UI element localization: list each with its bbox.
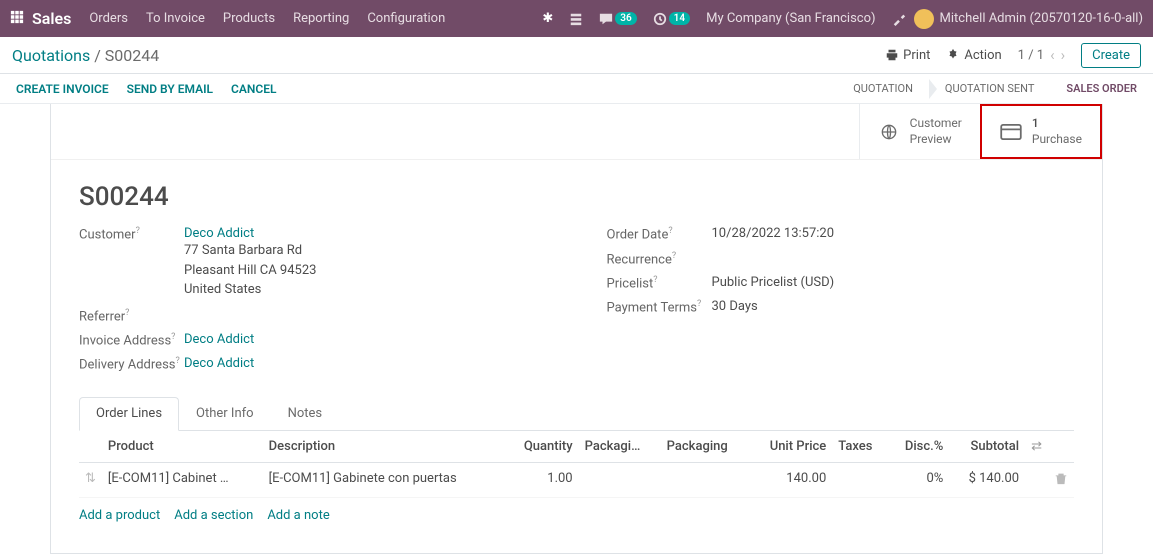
nav-to-invoice[interactable]: To Invoice [146,11,205,26]
col-packagi[interactable]: Packagi… [579,431,661,463]
customer-value[interactable]: Deco Addict [184,226,316,241]
order-date-value[interactable]: 10/28/2022 13:57:20 [712,226,835,241]
nav-reporting[interactable]: Reporting [293,11,349,26]
delivery-address-label: Delivery Address? [79,356,184,372]
tab-order-lines[interactable]: Order Lines [79,397,179,431]
customer-label: Customer? [79,226,184,242]
messages-icon[interactable]: 36 [599,12,636,26]
cell-product[interactable]: [E-COM11] Cabinet … [102,462,263,497]
tab-other-info[interactable]: Other Info [179,397,271,430]
action-menu[interactable]: Action [946,48,1001,63]
cell-unit-price[interactable]: 140.00 [749,462,832,497]
col-quantity[interactable]: Quantity [505,431,579,463]
activities-badge: 14 [669,12,690,25]
pager: 1 / 1 ‹ › [1018,46,1065,64]
company-selector[interactable]: My Company (San Francisco) [706,11,875,26]
record-title: S00244 [51,160,1102,222]
print-action[interactable]: Print [885,48,930,63]
messages-badge: 36 [615,12,636,25]
cell-taxes[interactable] [832,462,888,497]
pager-next[interactable]: › [1061,46,1066,64]
table-row[interactable]: ⇅ [E-COM11] Cabinet … [E-COM11] Gabinete… [79,462,1074,497]
user-name: Mitchell Admin (20570120-16-0-all) [940,11,1143,26]
step-quotation-sent[interactable]: Quotation Sent [929,74,1050,104]
column-options-icon[interactable]: ⇄ [1031,439,1042,454]
nav-products[interactable]: Products [223,11,275,26]
customer-address: 77 Santa Barbara Rd Pleasant Hill CA 945… [184,241,316,300]
cell-disc[interactable]: 0% [888,462,949,497]
tray-icon[interactable] [569,12,583,26]
col-disc[interactable]: Disc.% [888,431,949,463]
pager-prev[interactable]: ‹ [1050,46,1055,64]
customer-preview-button[interactable]: Customer Preview [859,104,980,159]
col-product[interactable]: Product [102,431,263,463]
breadcrumb-current: S00244 [105,46,159,65]
add-product-link[interactable]: Add a product [79,508,160,523]
cell-packaging[interactable] [661,462,750,497]
user-menu[interactable]: Mitchell Admin (20570120-16-0-all) [914,9,1143,29]
cell-packagi[interactable] [579,462,661,497]
app-brand[interactable]: Sales [32,9,71,28]
referrer-label: Referrer? [79,308,184,324]
breadcrumb: Quotations / S00244 [12,46,159,65]
delete-row-icon[interactable] [1048,462,1074,497]
step-quotation[interactable]: Quotation [837,74,929,104]
nav-orders[interactable]: Orders [89,11,128,26]
invoice-address-label: Invoice Address? [79,332,184,348]
avatar [914,9,934,29]
col-subtotal[interactable]: Subtotal [949,431,1025,463]
breadcrumb-root[interactable]: Quotations [12,46,90,65]
cell-quantity[interactable]: 1.00 [505,462,579,497]
col-packaging[interactable]: Packaging [661,431,750,463]
purchase-button[interactable]: 1 Purchase [980,104,1102,159]
apps-icon[interactable] [10,10,24,28]
delivery-address-value[interactable]: Deco Addict [184,356,254,371]
add-note-link[interactable]: Add a note [267,508,329,523]
col-description[interactable]: Description [263,431,505,463]
tools-icon[interactable] [892,12,906,26]
col-unit-price[interactable]: Unit Price [749,431,832,463]
activities-icon[interactable]: 14 [653,12,690,26]
payment-terms-label: Payment Terms? [607,299,712,315]
nav-configuration[interactable]: Configuration [367,11,445,26]
create-invoice-button[interactable]: Create Invoice [16,82,109,96]
cell-description[interactable]: [E-COM11] Gabinete con puertas [263,462,505,497]
order-date-label: Order Date? [607,226,712,242]
drag-handle-icon[interactable]: ⇅ [79,462,102,497]
step-sales-order[interactable]: Sales Order [1050,74,1153,104]
create-button[interactable]: Create [1081,43,1141,68]
cell-subtotal: $ 140.00 [949,462,1025,497]
invoice-address-value[interactable]: Deco Addict [184,332,254,347]
pricelist-label: Pricelist? [607,275,712,291]
pricelist-value[interactable]: Public Pricelist (USD) [712,275,835,290]
cancel-button[interactable]: Cancel [231,82,276,96]
tab-notes[interactable]: Notes [271,397,340,430]
recurrence-label: Recurrence? [607,251,712,267]
send-email-button[interactable]: Send by Email [127,82,213,96]
payment-terms-value[interactable]: 30 Days [712,299,758,314]
bug-icon[interactable]: ✱ [542,11,553,26]
add-section-link[interactable]: Add a section [174,508,253,523]
col-taxes[interactable]: Taxes [832,431,888,463]
